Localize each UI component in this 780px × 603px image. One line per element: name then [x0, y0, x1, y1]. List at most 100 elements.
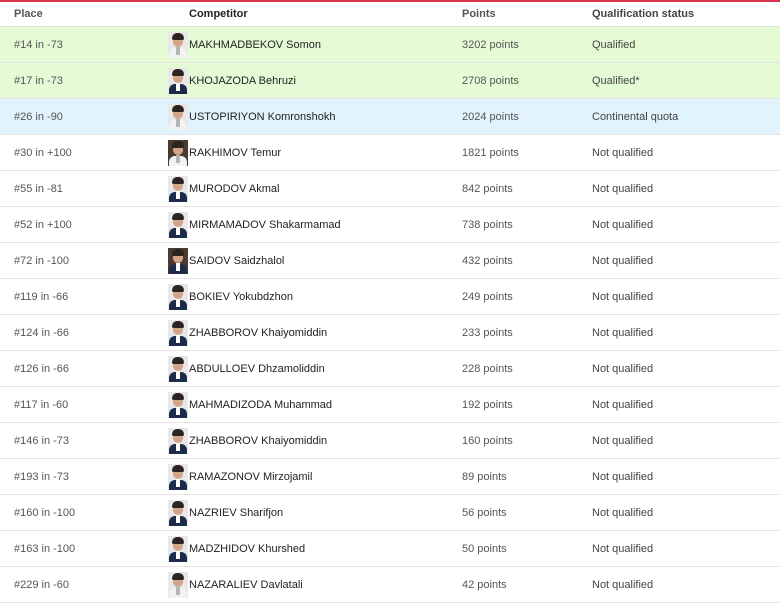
competitor-photo[interactable] — [168, 391, 188, 418]
competitor-photo[interactable] — [168, 283, 188, 310]
competitor-photo[interactable] — [168, 139, 188, 166]
cell-photo — [154, 170, 189, 207]
cell-place: #72 in -100 — [0, 242, 154, 279]
table-row[interactable]: #17 in -73 KHOJAZODA Behruzi 2708 points Qu… — [0, 62, 780, 99]
cell-photo — [154, 134, 189, 171]
table-row[interactable]: #146 in -73 ZHABBOROV Khaiyomiddin 160 poi… — [0, 422, 780, 459]
table-row[interactable]: #52 in +100 MIRMAMADOV Shakarmamad 738 poi… — [0, 206, 780, 243]
cell-competitor-name[interactable]: MADZHIDOV Khurshed — [189, 530, 462, 567]
table-row[interactable]: #55 in -81 MURODOV Akmal 842 points Not qua… — [0, 170, 780, 207]
cell-competitor-name[interactable]: MAKHMADBEKOV Somon — [189, 26, 462, 63]
photo-hair-shape — [172, 572, 184, 580]
cell-place: #30 in +100 — [0, 134, 154, 171]
photo-collar-shape — [176, 514, 180, 523]
cell-points: 89 points — [462, 458, 592, 495]
table-row[interactable]: #124 in -66 ZHABBOROV Khaiyomiddin 233 poi… — [0, 314, 780, 351]
cell-qualification-status: Not qualified — [592, 422, 780, 459]
table-row[interactable]: #229 in -60 NAZARALIEV Davlatali 42 points… — [0, 566, 780, 603]
cell-photo — [154, 206, 189, 243]
table-row[interactable]: #163 in -100 MADZHIDOV Khurshed 50 points N… — [0, 530, 780, 567]
competitor-photo[interactable] — [168, 103, 188, 130]
cell-place: #193 in -73 — [0, 458, 154, 495]
cell-qualification-status: Not qualified — [592, 134, 780, 171]
table-row[interactable]: #117 in -60 MAHMADIZODA Muhammad 192 point… — [0, 386, 780, 423]
cell-competitor-name[interactable]: ZHABBOROV Khaiyomiddin — [189, 422, 462, 459]
cell-competitor-name[interactable]: BOKIEV Yokubdzhon — [189, 278, 462, 315]
photo-hair-shape — [172, 176, 184, 184]
cell-qualification-status: Not qualified — [592, 278, 780, 315]
header-place[interactable]: Place — [0, 2, 154, 27]
cell-qualification-status: Not qualified — [592, 566, 780, 603]
cell-competitor-name[interactable]: KHOJAZODA Behruzi — [189, 62, 462, 99]
table-row[interactable]: #14 in -73 MAKHMADBEKOV Somon 3202 points Q… — [0, 26, 780, 63]
cell-qualification-status: Not qualified — [592, 530, 780, 567]
table-row[interactable]: #193 in -73 RAMAZONOV Mirzojamil 89 points… — [0, 458, 780, 495]
photo-collar-shape — [176, 586, 180, 595]
photo-hair-shape — [172, 68, 184, 76]
cell-points: 42 points — [462, 566, 592, 603]
cell-points: 3202 points — [462, 26, 592, 63]
cell-competitor-name[interactable]: MIRMAMADOV Shakarmamad — [189, 206, 462, 243]
photo-hair-shape — [172, 104, 184, 112]
table-row[interactable]: #30 in +100 RAKHIMOV Temur 1821 points Not … — [0, 134, 780, 171]
header-competitor[interactable]: Competitor — [189, 2, 462, 27]
cell-competitor-name[interactable]: NAZARALIEV Davlatali — [189, 566, 462, 603]
cell-qualification-status: Not qualified — [592, 350, 780, 387]
photo-hair-shape — [172, 284, 184, 292]
cell-qualification-status: Not qualified — [592, 206, 780, 243]
photo-hair-shape — [172, 464, 184, 472]
cell-competitor-name[interactable]: RAKHIMOV Temur — [189, 134, 462, 171]
photo-collar-shape — [176, 46, 180, 55]
header-points[interactable]: Points — [462, 2, 592, 27]
competitor-photo[interactable] — [168, 427, 188, 454]
competitor-photo[interactable] — [168, 31, 188, 58]
cell-competitor-name[interactable]: MAHMADIZODA Muhammad — [189, 386, 462, 423]
cell-points: 842 points — [462, 170, 592, 207]
cell-points: 1821 points — [462, 134, 592, 171]
cell-competitor-name[interactable]: NAZRIEV Sharifjon — [189, 494, 462, 531]
cell-place: #163 in -100 — [0, 530, 154, 567]
competitor-photo[interactable] — [168, 67, 188, 94]
cell-place: #229 in -60 — [0, 566, 154, 603]
competitor-photo[interactable] — [168, 319, 188, 346]
competitor-photo[interactable] — [168, 211, 188, 238]
cell-photo — [154, 458, 189, 495]
cell-competitor-name[interactable]: SAIDOV Saidzhalol — [189, 242, 462, 279]
cell-photo — [154, 62, 189, 99]
cell-competitor-name[interactable]: MURODOV Akmal — [189, 170, 462, 207]
competitor-photo[interactable] — [168, 463, 188, 490]
competitor-photo[interactable] — [168, 355, 188, 382]
competitor-photo[interactable] — [168, 247, 188, 274]
cell-photo — [154, 314, 189, 351]
table-row[interactable]: #160 in -100 NAZRIEV Sharifjon 56 points No… — [0, 494, 780, 531]
table-row[interactable]: #126 in -66 ABDULLOEV Dhzamoliddin 228 poi… — [0, 350, 780, 387]
header-qualification-status[interactable]: Qualification status — [592, 2, 780, 27]
cell-place: #124 in -66 — [0, 314, 154, 351]
competitor-photo[interactable] — [168, 499, 188, 526]
table-row[interactable]: #26 in -90 USTOPIRIYON Komronshokh 2024 po… — [0, 98, 780, 135]
photo-hair-shape — [172, 500, 184, 508]
cell-competitor-name[interactable]: USTOPIRIYON Komronshokh — [189, 98, 462, 135]
cell-place: #119 in -66 — [0, 278, 154, 315]
cell-competitor-name[interactable]: RAMAZONOV Mirzojamil — [189, 458, 462, 495]
cell-points: 249 points — [462, 278, 592, 315]
table-row[interactable]: #72 in -100 SAIDOV Saidzhalol 432 points No… — [0, 242, 780, 279]
photo-collar-shape — [176, 298, 180, 307]
photo-collar-shape — [176, 118, 180, 127]
cell-photo — [154, 350, 189, 387]
cell-photo — [154, 278, 189, 315]
cell-points: 738 points — [462, 206, 592, 243]
cell-qualification-status: Not qualified — [592, 242, 780, 279]
photo-hair-shape — [172, 320, 184, 328]
competitor-photo[interactable] — [168, 535, 188, 562]
cell-qualification-status: Not qualified — [592, 386, 780, 423]
cell-competitor-name[interactable]: ZHABBOROV Khaiyomiddin — [189, 314, 462, 351]
competitor-photo[interactable] — [168, 175, 188, 202]
table-row[interactable]: #119 in -66 BOKIEV Yokubdzhon 249 points No… — [0, 278, 780, 315]
cell-points: 228 points — [462, 350, 592, 387]
cell-competitor-name[interactable]: ABDULLOEV Dhzamoliddin — [189, 350, 462, 387]
cell-place: #55 in -81 — [0, 170, 154, 207]
cell-place: #14 in -73 — [0, 26, 154, 63]
competitor-photo[interactable] — [168, 571, 188, 598]
table-body: #14 in -73 MAKHMADBEKOV Somon 3202 points Q… — [0, 26, 780, 603]
